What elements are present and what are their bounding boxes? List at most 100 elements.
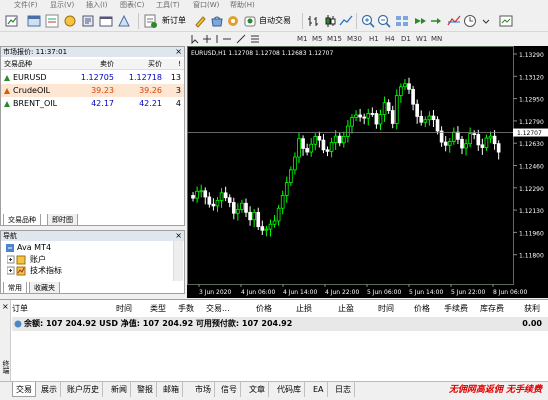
ask-price: 1.12718	[128, 73, 162, 82]
periods-icon[interactable]	[462, 13, 478, 29]
market-watch-icon[interactable]	[44, 13, 60, 29]
bar-chart-icon[interactable]	[306, 13, 322, 29]
timeframe-mn[interactable]: MN	[431, 33, 442, 45]
templates-dropdown-icon[interactable]	[478, 13, 494, 29]
strategy-tester-icon[interactable]	[116, 13, 132, 29]
tile-windows-icon[interactable]	[394, 13, 410, 29]
metaeditor-icon[interactable]	[193, 13, 209, 29]
col-time[interactable]: 时间	[116, 302, 132, 316]
symbol-column-header[interactable]: 交易品种	[4, 59, 32, 70]
tab-trade[interactable]: 交易	[12, 382, 36, 397]
navigator-scrollbar[interactable]	[173, 241, 183, 281]
candle-body	[464, 143, 468, 149]
timeframe-w1[interactable]: W1	[416, 33, 427, 45]
col-price[interactable]: 价格	[256, 302, 272, 316]
tab-symbols[interactable]: 交易品种	[3, 214, 41, 226]
menu-window[interactable]: 窗口(W)	[193, 0, 219, 10]
data-window-icon[interactable]	[62, 13, 78, 29]
spread-column-header[interactable]: !	[178, 59, 181, 70]
timeframe-d1[interactable]: D1	[401, 33, 411, 45]
market-watch-row[interactable]: EURUSD 1.12705 1.12718 13	[1, 71, 184, 84]
menu-insert[interactable]: 插入(I)	[86, 0, 108, 10]
timeframe-m5[interactable]: M5	[312, 33, 323, 45]
tab-market[interactable]: 市场	[192, 382, 215, 397]
auto-trading-icon[interactable]	[242, 13, 258, 29]
col-type[interactable]: 类型	[150, 302, 166, 316]
col-close-time[interactable]: 时间	[378, 302, 394, 316]
navigator-icon[interactable]	[80, 13, 96, 29]
candle-body	[321, 139, 326, 151]
chart-shift-icon[interactable]	[428, 13, 444, 29]
zoom-out-icon[interactable]	[376, 13, 392, 29]
tab-tick-chart[interactable]: 即时图	[47, 214, 78, 226]
col-close-price[interactable]: 价格	[414, 302, 430, 316]
navigator-root[interactable]: Ava MT4	[17, 242, 51, 253]
market-watch-row[interactable]: BRENT_OIL 42.17 42.21 4	[1, 97, 184, 110]
tab-journal[interactable]: 日志	[332, 382, 355, 397]
zoom-in-icon[interactable]	[360, 13, 376, 29]
terminal-side-label: 终端	[2, 360, 10, 374]
menu-help[interactable]: 帮助(H)	[230, 0, 255, 10]
col-lots[interactable]: 手数	[178, 302, 194, 316]
col-order[interactable]: 订单	[12, 302, 28, 316]
tab-signals[interactable]: 信号	[218, 382, 241, 397]
menu-chart[interactable]: 图表(C)	[120, 0, 144, 10]
profiles-icon[interactable]	[26, 13, 42, 29]
navigator-item-accounts[interactable]: 账户	[30, 254, 46, 265]
tab-favorites[interactable]: 收藏夹	[29, 282, 60, 294]
col-sl[interactable]: 止损	[296, 302, 312, 316]
bid-price: 42.17	[91, 99, 114, 108]
candle-body	[447, 141, 452, 146]
signals-icon[interactable]	[225, 13, 241, 29]
col-symbol[interactable]: 交易...	[206, 302, 230, 316]
candle-body	[264, 228, 269, 231]
time-tick-label: 4 Jun 06:00	[241, 289, 275, 296]
auto-trading-button[interactable]: 自动交易	[259, 14, 291, 28]
timeframe-m30[interactable]: M30	[347, 33, 362, 45]
auto-scroll-icon[interactable]	[412, 13, 428, 29]
timeframe-m15[interactable]: M15	[327, 33, 342, 45]
tab-code-base[interactable]: 代码库	[274, 382, 305, 397]
ask-column-header[interactable]: 买价	[148, 59, 162, 70]
tab-mailbox[interactable]: 邮箱	[160, 382, 183, 397]
timeframe-m1[interactable]: M1	[297, 33, 308, 45]
ask-price: 42.21	[139, 99, 162, 108]
close-icon[interactable]: ×	[175, 231, 182, 241]
tab-account-history[interactable]: 账户历史	[64, 382, 103, 397]
tab-experts[interactable]: EA	[310, 382, 328, 397]
col-swap[interactable]: 库存费	[480, 302, 504, 316]
symbol-name: BRENT_OIL	[13, 99, 58, 108]
timeframe-h4[interactable]: H4	[385, 33, 395, 45]
terminal-icon[interactable]	[98, 13, 114, 29]
new-chart-icon[interactable]	[4, 13, 20, 29]
candle-body	[358, 114, 362, 118]
market-icon[interactable]	[209, 13, 225, 29]
menu-tools[interactable]: 工具(T)	[156, 0, 180, 10]
tab-articles[interactable]: 文章	[246, 382, 269, 397]
market-watch-row[interactable]: CrudeOIL 39.23 39.26 3	[1, 84, 184, 97]
tab-common[interactable]: 常用	[3, 282, 27, 294]
indicators-icon[interactable]	[446, 13, 462, 29]
new-order-button[interactable]: 新订单	[162, 14, 186, 28]
candle-body	[484, 137, 489, 148]
tab-exposure[interactable]: 展示	[38, 382, 61, 397]
candle-body	[411, 88, 415, 105]
col-tp[interactable]: 止盈	[338, 302, 354, 316]
bid-column-header[interactable]: 卖价	[100, 59, 114, 70]
menu-file[interactable]: 文件(F)	[14, 0, 38, 10]
navigator-item-indicators[interactable]: 技术指标	[30, 265, 62, 276]
menu-view[interactable]: 显示(V)	[50, 0, 74, 10]
col-commission[interactable]: 手续费	[444, 302, 468, 316]
tab-news[interactable]: 新闻	[108, 382, 131, 397]
tab-alerts[interactable]: 警报	[134, 382, 157, 397]
price-chart[interactable]: 1.13290 1.13120 1.12950 1.12790 1.12630 1.124…	[187, 46, 548, 298]
drawing-tools-icon[interactable]	[189, 33, 269, 45]
timeframe-h1[interactable]: H1	[369, 33, 379, 45]
templates-icon[interactable]	[498, 13, 514, 29]
new-order-icon[interactable]	[142, 13, 158, 29]
close-icon[interactable]: ×	[2, 302, 9, 311]
close-icon[interactable]: ×	[175, 47, 182, 57]
candlestick-icon[interactable]	[322, 13, 338, 29]
line-chart-icon[interactable]	[338, 13, 354, 29]
col-profit[interactable]: 获利	[524, 302, 540, 316]
